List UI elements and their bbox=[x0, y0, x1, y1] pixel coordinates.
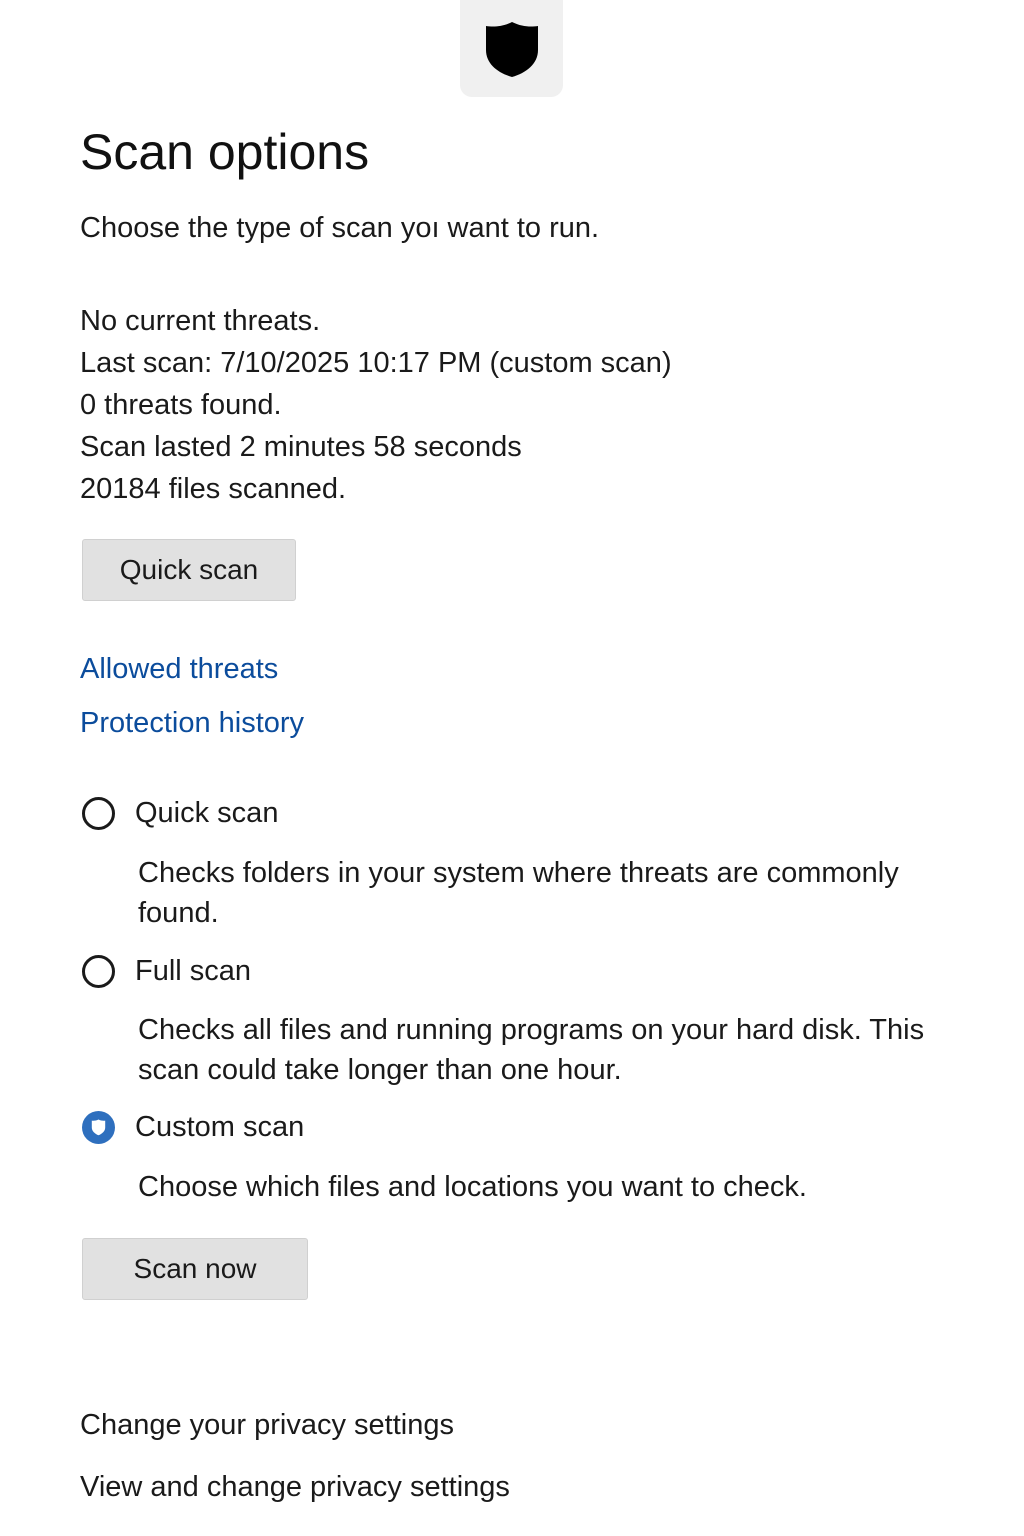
privacy-heading: Change your privacy settings bbox=[80, 1409, 454, 1441]
quick-scan-label: Quick scan bbox=[135, 797, 279, 829]
allowed-threats-link[interactable]: Allowed threats bbox=[80, 652, 278, 687]
files-scanned-text: 20184 files scanned. bbox=[80, 473, 347, 505]
custom-scan-description: Choose which files and locations you wan… bbox=[138, 1171, 807, 1203]
full-scan-label: Full scan bbox=[135, 955, 252, 987]
full-scan-radio[interactable] bbox=[82, 955, 115, 988]
full-scan-option[interactable]: Full scan bbox=[82, 955, 251, 988]
page-title: Scan options bbox=[80, 124, 370, 180]
radio-selected-shield-icon bbox=[91, 1119, 106, 1136]
scan-status: No current threats. Last scan: 7/10/2025… bbox=[80, 300, 672, 510]
shield-icon-tile bbox=[460, 0, 563, 97]
quick-scan-option[interactable]: Quick scan bbox=[82, 797, 278, 830]
privacy-settings-link[interactable]: View and change privacy settings bbox=[80, 1470, 510, 1505]
quick-scan-description: Checks folders in your system where thre… bbox=[138, 857, 899, 929]
shield-icon bbox=[485, 21, 538, 77]
full-scan-description: Checks all files and running programs on… bbox=[138, 1014, 925, 1086]
last-scan-text: Last scan: 7/10/2025 10:17 PM (custom sc… bbox=[80, 347, 672, 379]
custom-scan-radio[interactable] bbox=[82, 1111, 115, 1144]
protection-history-link[interactable]: Protection history bbox=[80, 706, 304, 741]
quick-scan-button[interactable]: Quick scan bbox=[82, 539, 296, 601]
custom-scan-option[interactable]: Custom scan bbox=[82, 1111, 304, 1144]
quick-scan-radio[interactable] bbox=[82, 797, 115, 830]
custom-scan-label: Custom scan bbox=[135, 1111, 305, 1143]
scan-now-button[interactable]: Scan now bbox=[82, 1238, 308, 1300]
threat-status-text: No current threats. bbox=[80, 305, 321, 337]
page-subtitle: Choose the type of scan yoı want to run. bbox=[80, 212, 600, 244]
scan-duration-text: Scan lasted 2 minutes 58 seconds bbox=[80, 431, 522, 463]
threats-found-text: 0 threats found. bbox=[80, 389, 282, 421]
